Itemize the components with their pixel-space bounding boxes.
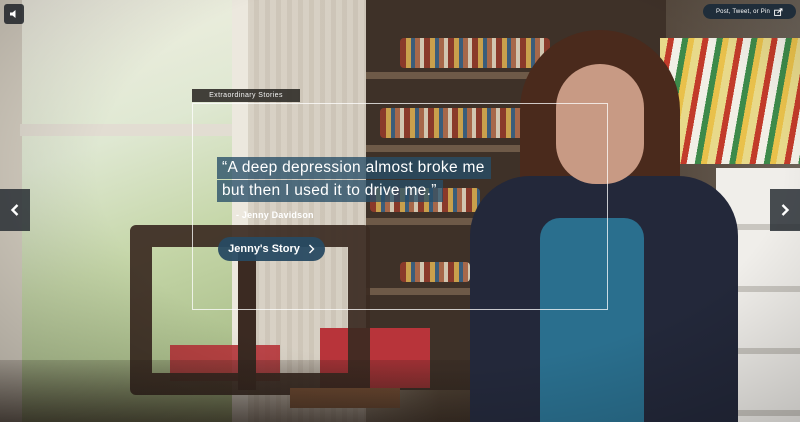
share-out-icon	[774, 7, 783, 16]
share-button[interactable]: Post, Tweet, or Pin	[703, 4, 796, 19]
quote-author: - Jenny Davidson	[236, 210, 314, 220]
next-slide-button[interactable]	[770, 189, 800, 231]
story-frame	[192, 103, 608, 310]
story-button[interactable]: Jenny's Story	[218, 237, 325, 261]
quote-line-2: but then I used it to drive me.”	[217, 180, 443, 202]
story-quote: “A deep depression almost broke me but t…	[217, 157, 491, 203]
previous-slide-button[interactable]	[0, 189, 30, 231]
quote-line-1: “A deep depression almost broke me	[217, 157, 491, 179]
story-button-label: Jenny's Story	[228, 243, 300, 255]
share-button-label: Post, Tweet, or Pin	[715, 8, 771, 15]
speaker-icon	[10, 10, 16, 18]
story-category-tag: Extraordinary Stories	[192, 89, 300, 102]
chevron-right-icon	[781, 204, 790, 216]
chevron-left-icon	[10, 204, 19, 216]
hero-slide: Post, Tweet, or Pin Extraordinary Storie…	[0, 0, 800, 422]
chevron-right-icon	[308, 244, 315, 254]
volume-button[interactable]	[4, 4, 24, 24]
